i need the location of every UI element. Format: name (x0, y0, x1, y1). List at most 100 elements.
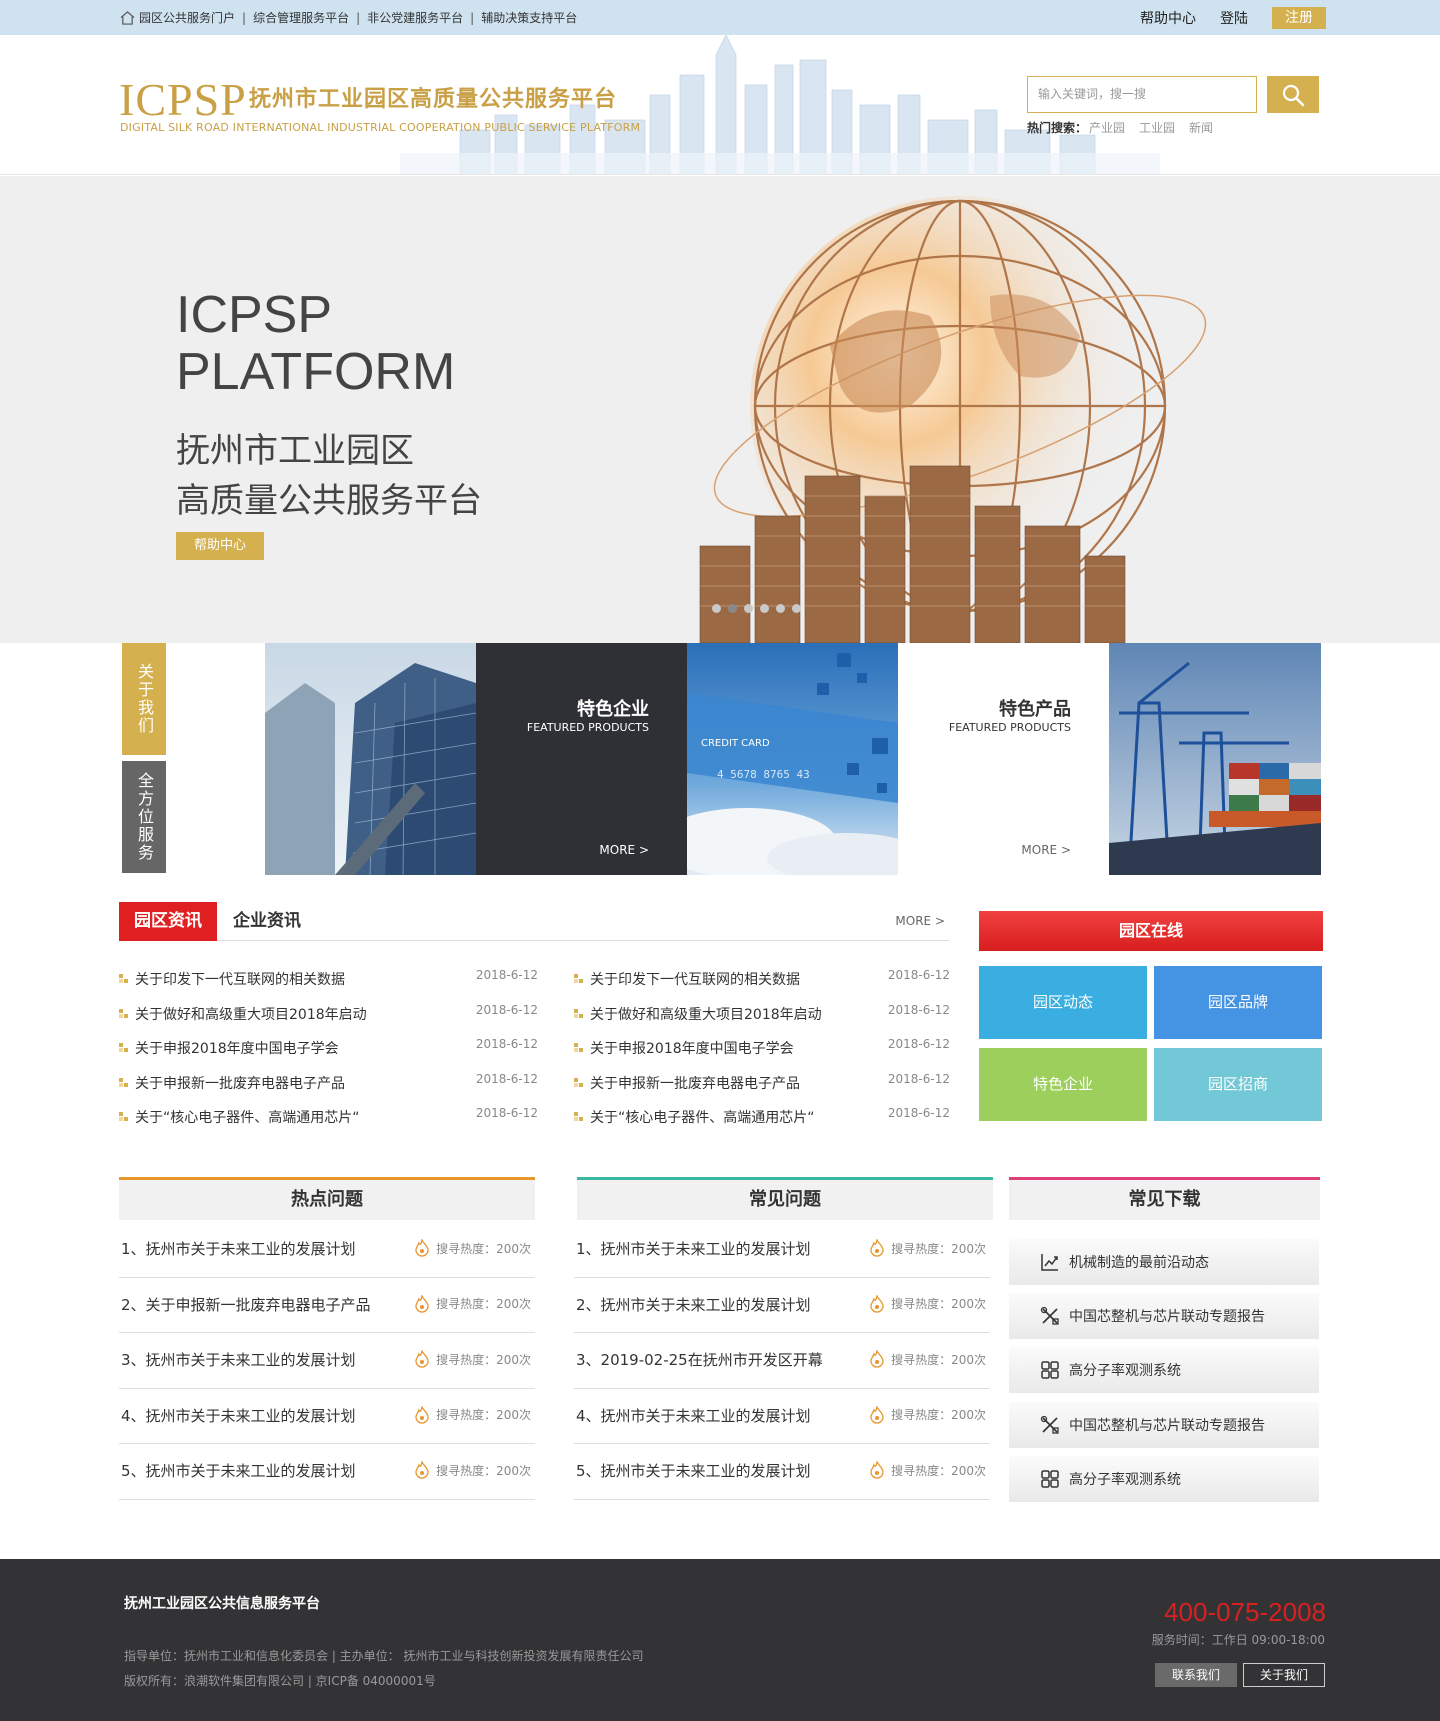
search-heat: 搜寻热度：200次 (868, 1461, 986, 1479)
download-item[interactable]: 中国芯整机与芯片联动专题报告 (1009, 1293, 1319, 1339)
search-heat: 搜寻热度：200次 (413, 1350, 531, 1368)
hero-title-en-line2: PLATFORM (176, 343, 456, 401)
news-item[interactable]: 关于申报2018年度中国电子学会 2018-6-12 (119, 1031, 538, 1066)
hot-keyword[interactable]: 工业园 (1139, 119, 1175, 136)
list-item[interactable]: 1、抚州市关于未来工业的发展计划 搜寻热度：200次 (574, 1222, 990, 1278)
portal-links: 园区公共服务门户 | 综合管理服务平台 | 非公党建服务平台 | 辅助决策支持平… (120, 0, 577, 35)
portal-link-party[interactable]: 非公党建服务平台 (367, 9, 463, 26)
flame-icon (870, 1405, 884, 1424)
search-heat-text: 搜寻热度：200次 (891, 1408, 986, 1422)
featured-enterprise-more-link[interactable]: MORE > (599, 843, 649, 857)
hero-help-button[interactable]: 帮助中心 (176, 532, 264, 560)
news-item[interactable]: 关于做好和高级重大项目2018年启动 2018-6-12 (574, 997, 950, 1032)
download-item[interactable]: 机械制造的最前沿动态 (1009, 1239, 1319, 1285)
credit-card-text: CREDIT CARD (701, 738, 770, 749)
flame-icon (870, 1350, 884, 1368)
full-service-tab[interactable]: 全方位服务 (122, 761, 166, 873)
download-title: 机械制造的最前沿动态 (1069, 1255, 1209, 1271)
search-input[interactable]: 输入关键词，搜一搜 (1027, 76, 1257, 113)
news-item[interactable]: 关于申报新一批废弃电器电子产品 2018-6-12 (119, 1066, 538, 1101)
download-item[interactable]: 高分子率观测系统 (1009, 1347, 1319, 1393)
list-item[interactable]: 3、抚州市关于未来工业的发展计划 搜寻热度：200次 (119, 1333, 535, 1389)
login-link[interactable]: 登陆 (1220, 8, 1248, 28)
carousel-dot-active[interactable] (728, 604, 737, 613)
account-links: 帮助中心 登陆 注册 (1140, 0, 1326, 35)
carousel-dot[interactable] (744, 604, 753, 613)
news-item[interactable]: 关于申报2018年度中国电子学会 2018-6-12 (574, 1031, 950, 1066)
tools-icon (1040, 1306, 1059, 1325)
carousel-dot[interactable] (776, 604, 785, 613)
site-header: ICPSP 抚州市工业园区高质量公共服务平台 DIGITAL SILK ROAD… (0, 35, 1440, 175)
help-center-link[interactable]: 帮助中心 (1140, 8, 1196, 28)
hot-keyword[interactable]: 产业园 (1089, 119, 1125, 136)
credit-card-image: CREDIT CARD 4 5678 8765 43 (687, 643, 898, 875)
grid-icon (1041, 1361, 1059, 1379)
list-item[interactable]: 4、抚州市关于未来工业的发展计划 搜寻热度：200次 (119, 1389, 535, 1444)
list-item[interactable]: 4、抚州市关于未来工业的发展计划 搜寻热度：200次 (574, 1389, 990, 1444)
news-more-link[interactable]: MORE > (895, 914, 945, 928)
list-item[interactable]: 2、关于申报新一批废弃电器电子产品 搜寻热度：200次 (119, 1278, 535, 1333)
portal-link-decision[interactable]: 辅助决策支持平台 (481, 9, 577, 26)
news-date: 2018-6-12 (887, 1002, 950, 1017)
carousel-dot[interactable] (712, 604, 721, 613)
search-heat-text: 搜寻热度：200次 (436, 1408, 531, 1422)
register-button[interactable]: 注册 (1272, 6, 1326, 29)
list-item[interactable]: 3、2019-02-25在抚州市开发区开幕 搜寻热度：200次 (574, 1333, 990, 1389)
tile-park-investment[interactable]: 园区招商 (1154, 1048, 1322, 1121)
news-item[interactable]: 关于“核心电子器件、高端通用芯片“ 2018-6-12 (574, 1100, 950, 1135)
about-us-button[interactable]: 关于我们 (1243, 1663, 1325, 1687)
list-item[interactable]: 5、抚州市关于未来工业的发展计划 搜寻热度：200次 (119, 1444, 535, 1500)
tile-park-brand[interactable]: 园区品牌 (1154, 966, 1322, 1039)
list-item[interactable]: 1、抚州市关于未来工业的发展计划 搜寻热度：200次 (119, 1222, 535, 1278)
footer-service-hours: 服务时间：工作日 09:00-18:00 (1151, 1633, 1325, 1647)
contact-us-button[interactable]: 联系我们 (1155, 1663, 1237, 1687)
search-heat-text: 搜寻热度：200次 (436, 1297, 531, 1311)
news-title: 关于申报2018年度中国电子学会 (135, 1041, 339, 1058)
footer-copyright: 版权所有：浪潮软件集团有限公司 | 京ICP备 04000001号 (124, 1674, 436, 1688)
news-item[interactable]: 关于做好和高级重大项目2018年启动 2018-6-12 (119, 997, 538, 1032)
news-title: 关于申报2018年度中国电子学会 (590, 1041, 794, 1058)
full-service-label: 全方位服务 (135, 772, 154, 862)
bullet-icon (574, 1008, 583, 1018)
download-item[interactable]: 中国芯整机与芯片联动专题报告 (1009, 1402, 1319, 1448)
featured-product-more-link[interactable]: MORE > (1021, 843, 1071, 857)
faq-list: 1、抚州市关于未来工业的发展计划 搜寻热度：200次 2、抚州市关于未来工业的发… (574, 1222, 990, 1500)
flame-icon (870, 1461, 884, 1479)
news-item[interactable]: 关于印发下一代互联网的相关数据 2018-6-12 (574, 962, 950, 997)
download-title: 中国芯整机与芯片联动专题报告 (1069, 1418, 1265, 1434)
news-date: 2018-6-12 (887, 1037, 950, 1051)
list-item[interactable]: 5、抚州市关于未来工业的发展计划 搜寻热度：200次 (574, 1444, 990, 1500)
hero-title-en-line1: ICPSP (176, 286, 333, 344)
featured-product-text: 特色产品 FEATURED PRODUCTS MORE > (898, 643, 1109, 875)
portal-link-management[interactable]: 综合管理服务平台 (253, 9, 349, 26)
carousel-dot[interactable] (760, 604, 769, 613)
bullet-icon (119, 1043, 128, 1053)
news-item[interactable]: 关于“核心电子器件、高端通用芯片“ 2018-6-12 (119, 1100, 538, 1135)
tile-park-dynamics[interactable]: 园区动态 (979, 966, 1147, 1039)
carousel-dot[interactable] (792, 604, 801, 613)
credit-card-number: 4 5678 8765 43 (717, 768, 810, 781)
tools-icon (1040, 1415, 1059, 1434)
logo[interactable]: ICPSP (119, 73, 247, 126)
news-item[interactable]: 关于印发下一代互联网的相关数据 2018-6-12 (119, 962, 538, 997)
portal-link-public[interactable]: 园区公共服务门户 (139, 9, 235, 26)
search-button[interactable] (1267, 76, 1319, 113)
tile-featured-enterprise[interactable]: 特色企业 (979, 1048, 1147, 1121)
about-us-tab[interactable]: 关于我们 (122, 643, 166, 755)
list-item[interactable]: 2、抚州市关于未来工业的发展计划 搜寻热度：200次 (574, 1278, 990, 1333)
bullet-icon (574, 1077, 583, 1087)
hot-keyword[interactable]: 新闻 (1189, 119, 1213, 136)
search-heat: 搜寻热度：200次 (868, 1350, 986, 1368)
tab-park-news[interactable]: 园区资讯 (119, 902, 217, 941)
search-heat-text: 搜寻热度：200次 (891, 1241, 986, 1256)
news-item[interactable]: 关于申报新一批废弃电器电子产品 2018-6-12 (574, 1066, 950, 1101)
news-title: 关于印发下一代互联网的相关数据 (135, 972, 345, 989)
news-tabs: 园区资讯 企业资讯 MORE > (119, 902, 949, 941)
tab-enterprise-news[interactable]: 企业资讯 (233, 902, 301, 941)
news-title: 关于“核心电子器件、高端通用芯片“ (135, 1110, 360, 1127)
news-date: 2018-6-12 (475, 1002, 538, 1017)
download-item[interactable]: 高分子率观测系统 (1009, 1456, 1319, 1502)
hero-title-cn-line1: 抚州市工业园区 (176, 431, 414, 471)
flame-icon (415, 1294, 429, 1313)
question-title: 3、抚州市关于未来工业的发展计划 (121, 1351, 356, 1369)
